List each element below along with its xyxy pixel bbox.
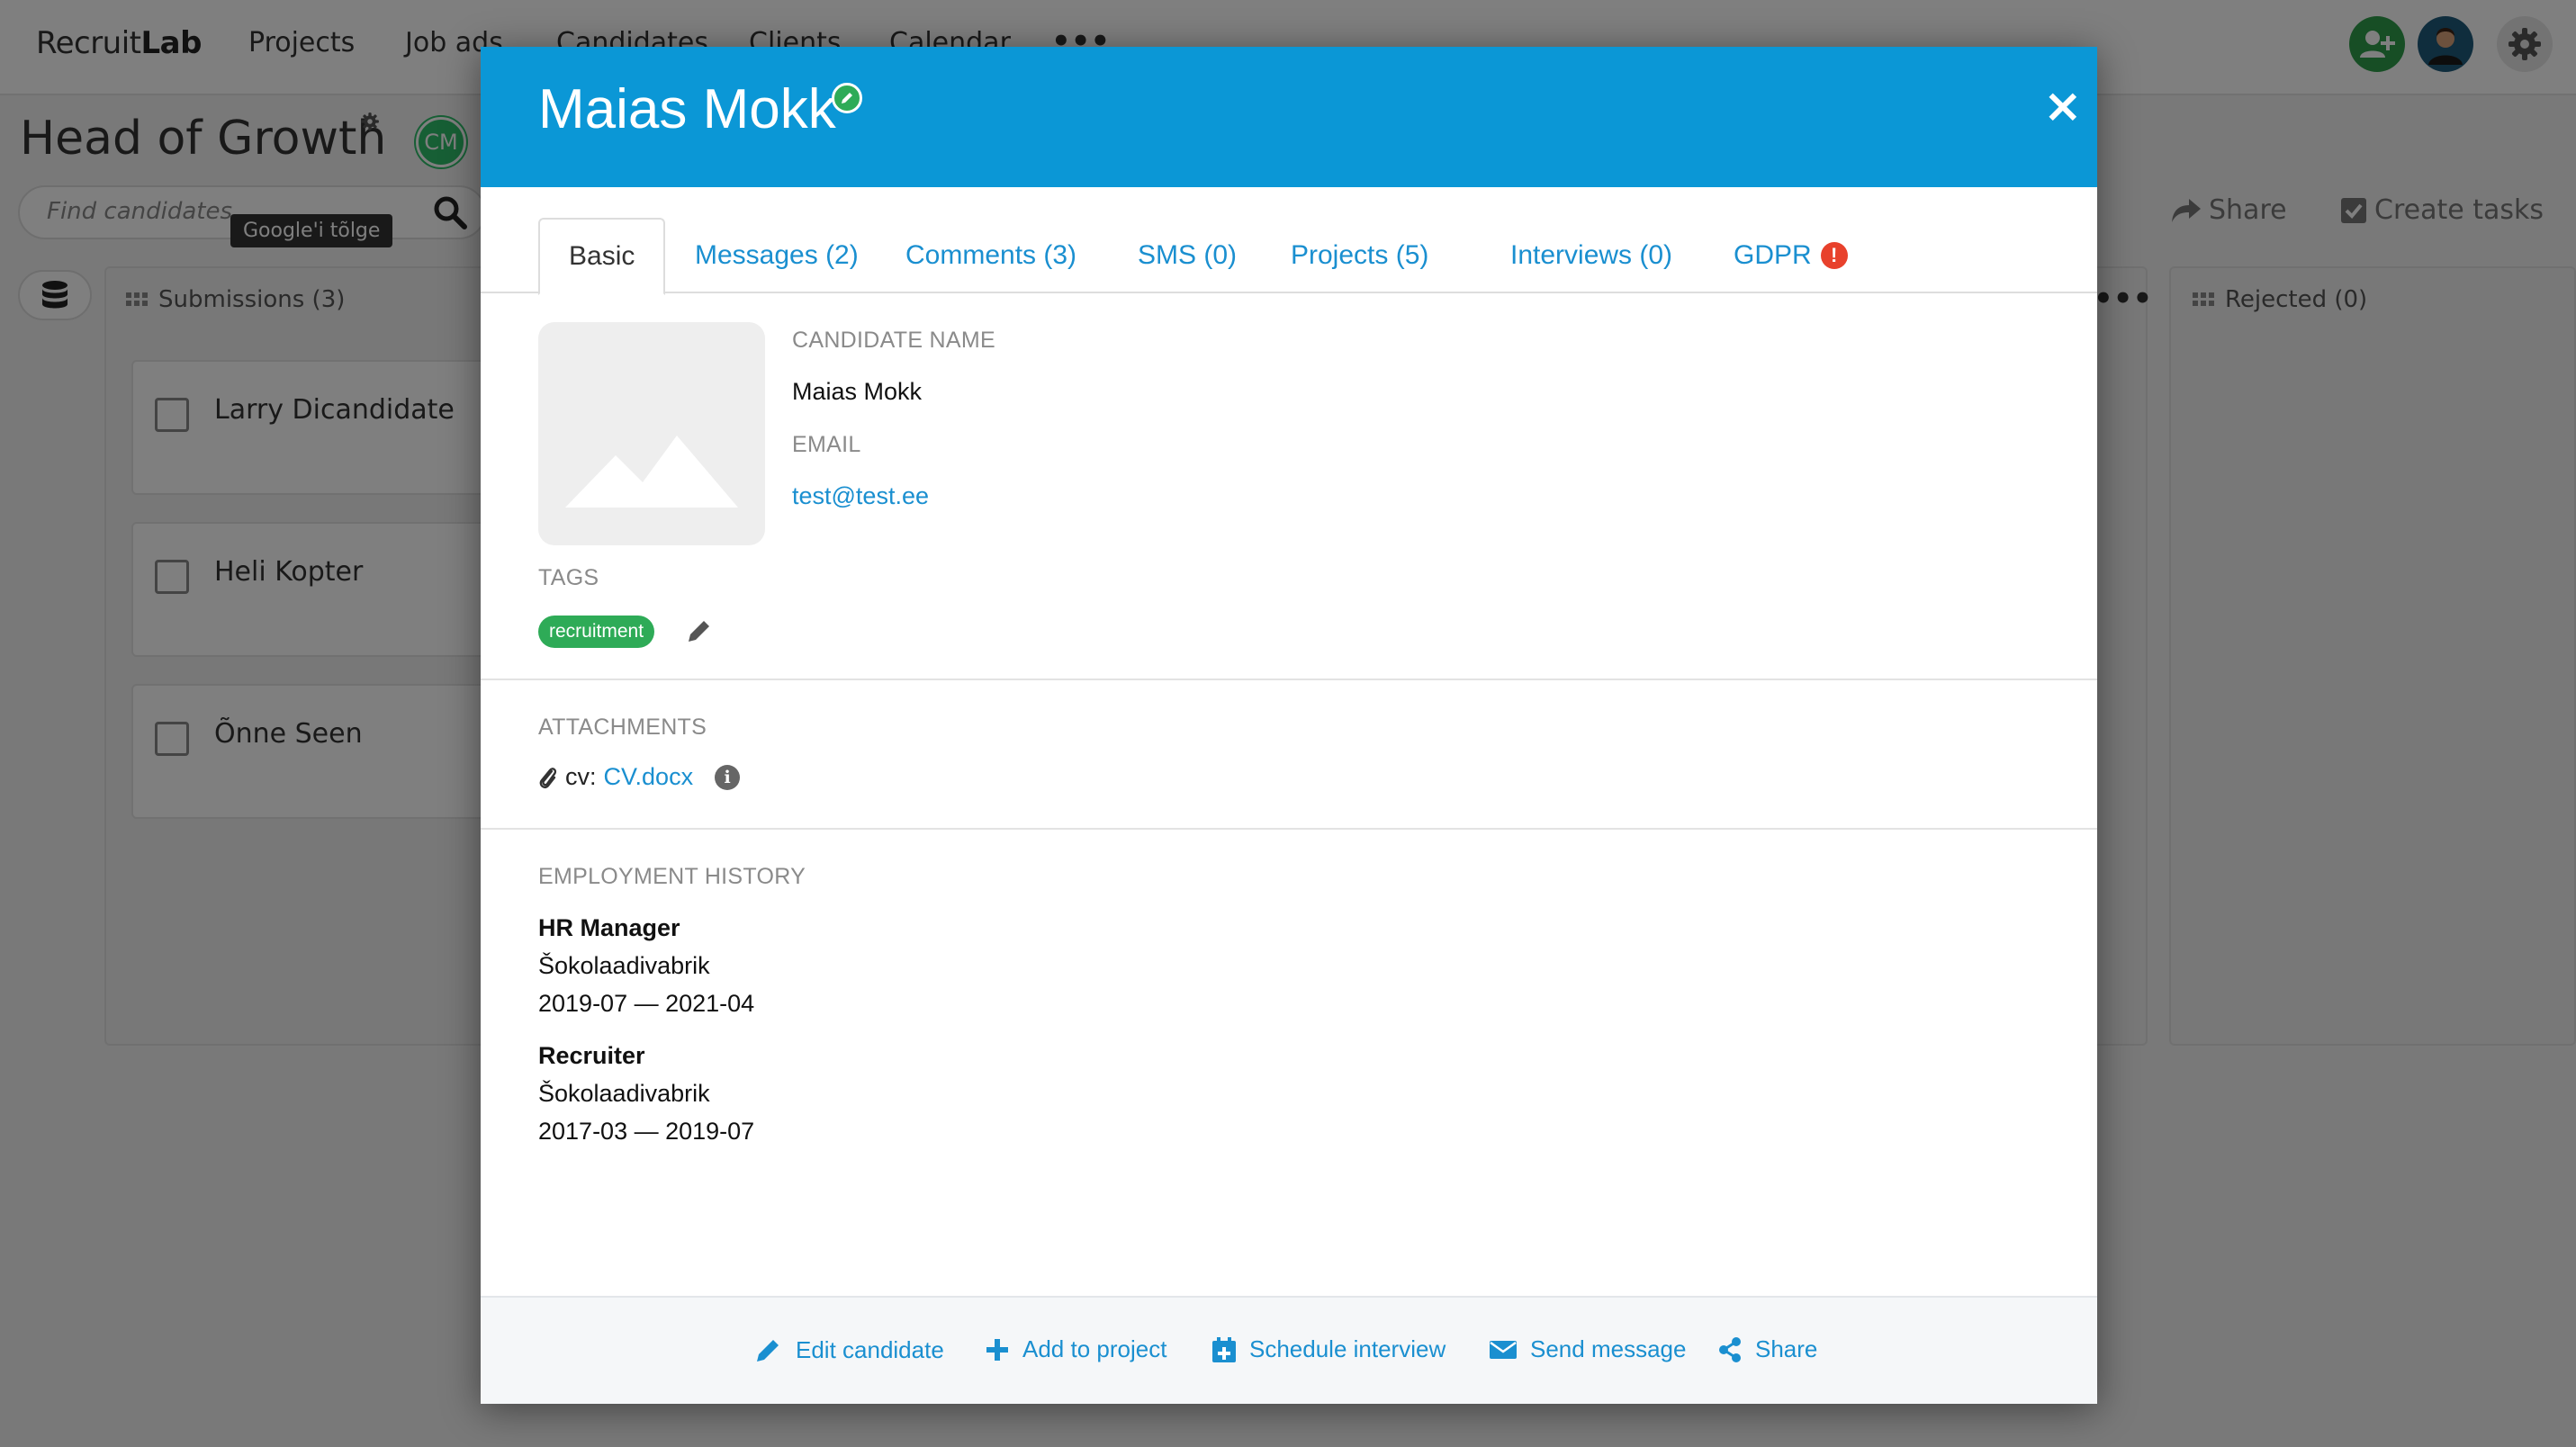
pencil-icon (757, 1340, 779, 1362)
section-divider (481, 828, 2097, 830)
schedule-interview-button[interactable]: Schedule interview (1211, 1335, 1446, 1363)
edit-name-button[interactable] (832, 83, 862, 113)
candidate-name-label: Candidate name (792, 328, 995, 353)
candidate-name-value: Maias Mokk (792, 378, 923, 405)
gdpr-alert-icon: ! (1820, 242, 1848, 269)
tab-messages[interactable]: Messages (2) (666, 218, 887, 293)
tab-projects[interactable]: Projects (5) (1262, 218, 1457, 293)
tab-sms[interactable]: SMS (0) (1109, 218, 1265, 293)
attachments-label: Attachments (538, 715, 707, 740)
modal-candidate-name: Maias Mokk (538, 78, 836, 140)
pencil-icon (842, 93, 852, 103)
modal-tabs: Basic Messages (2) Comments (3) SMS (0) … (481, 218, 2097, 295)
modal-footer: Edit candidate Add to project Schedule i… (481, 1296, 2097, 1404)
edit-tags-pencil-icon[interactable] (686, 617, 713, 644)
share-candidate-button[interactable]: Share (1717, 1335, 1817, 1363)
email-link[interactable]: test@test.ee (792, 482, 929, 510)
paperclip-icon (539, 767, 557, 788)
candidate-modal: Maias Mokk × Basic Messages (2) Comments… (481, 47, 2097, 1404)
email-label: Email (792, 432, 861, 457)
candidate-photo-placeholder[interactable] (538, 322, 765, 545)
section-divider (481, 679, 2097, 680)
close-modal-button[interactable]: × (2043, 83, 2083, 130)
attachment-file-link[interactable]: CV.docx (604, 763, 694, 791)
add-to-project-button[interactable]: Add to project (985, 1335, 1166, 1363)
tab-basic[interactable]: Basic (538, 218, 666, 295)
info-icon[interactable]: i (715, 764, 741, 790)
tags-label: Tags (538, 565, 599, 590)
tab-interviews[interactable]: Interviews (0) (1482, 218, 1701, 293)
calendar-plus-icon (1212, 1336, 1236, 1362)
tab-gdpr[interactable]: GDPR ! (1705, 218, 1877, 293)
employment-history-label: Employment history (538, 864, 806, 889)
attachment-row: cv: CV.docx i (538, 763, 741, 791)
envelope-icon (1490, 1340, 1517, 1359)
job-period: 2017-03 — 2019-07 (538, 1118, 755, 1145)
modal-header: Maias Mokk × (481, 47, 2097, 187)
plus-icon (986, 1338, 1008, 1361)
job-company: Šokolaadivabrik (538, 952, 710, 979)
job-title: HR Manager (538, 914, 680, 941)
tag-recruitment[interactable]: recruitment (538, 616, 655, 648)
job-company: Šokolaadivabrik (538, 1080, 710, 1107)
tab-comments[interactable]: Comments (3) (877, 218, 1105, 293)
job-title: Recruiter (538, 1042, 645, 1069)
job-period: 2019-07 — 2021-04 (538, 990, 755, 1017)
image-placeholder-icon (565, 436, 738, 508)
send-message-button[interactable]: Send message (1489, 1335, 1686, 1363)
edit-candidate-button[interactable]: Edit candidate (754, 1335, 944, 1364)
share-icon (1719, 1336, 1741, 1362)
